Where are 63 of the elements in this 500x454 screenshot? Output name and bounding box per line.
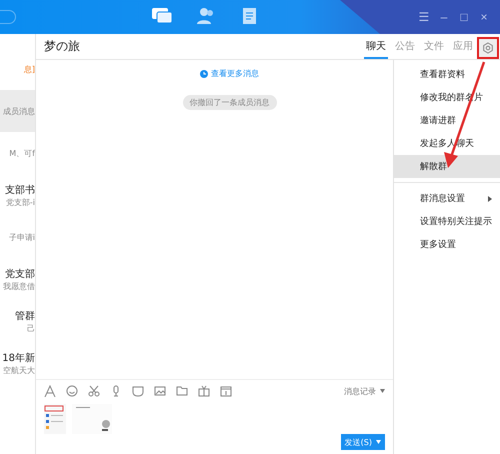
menu-item[interactable]: 邀请进群 bbox=[394, 109, 500, 132]
search-field[interactable] bbox=[0, 10, 16, 24]
conversation-name: 18年新 bbox=[2, 352, 35, 364]
caret-icon bbox=[380, 389, 385, 393]
conversation-preview: 息] bbox=[24, 64, 35, 74]
chat-tab[interactable]: 聊天 bbox=[364, 34, 388, 59]
conversation-name: 党支部 bbox=[5, 268, 35, 280]
chat-tab[interactable]: 公告 bbox=[393, 34, 417, 59]
caret-icon bbox=[376, 440, 381, 444]
menu-item[interactable]: 群消息设置 bbox=[394, 187, 500, 210]
toolbar-button[interactable] bbox=[154, 385, 166, 397]
window-control[interactable]: × bbox=[478, 10, 490, 24]
conversation-preview: 空航天大 bbox=[3, 364, 35, 376]
chat-title: 梦の旅 bbox=[44, 38, 80, 55]
toolbar-button[interactable] bbox=[88, 385, 100, 397]
image-icon bbox=[154, 385, 166, 397]
emoji-icon bbox=[66, 385, 78, 397]
window-control[interactable]: □ bbox=[458, 10, 470, 24]
calendar-icon bbox=[220, 385, 232, 397]
gift-icon bbox=[198, 385, 210, 397]
conversation-item[interactable]: 支部书 党支部-i bbox=[0, 174, 35, 216]
settings-icon bbox=[482, 42, 494, 54]
menu-item[interactable]: 查看群资料 bbox=[394, 63, 500, 86]
conversation-preview: 子申请i bbox=[8, 232, 35, 242]
conversation-name: 管群 bbox=[15, 310, 35, 322]
toolbar-button[interactable] bbox=[176, 385, 188, 397]
conversation-name: 支部书 bbox=[5, 184, 35, 196]
font-icon bbox=[44, 385, 56, 397]
menu-item[interactable]: 更多设置 bbox=[394, 233, 500, 256]
folder-icon bbox=[176, 385, 188, 397]
more-messages-text: 查看更多消息 bbox=[211, 68, 259, 79]
conversation-preview: 成员消息 bbox=[3, 106, 35, 116]
conversation-preview: M、可f bbox=[9, 148, 35, 158]
conversation-item[interactable]: 党支部 我愿意借 bbox=[0, 258, 35, 300]
settings-button[interactable] bbox=[477, 36, 499, 58]
contacts-icon bbox=[196, 6, 216, 24]
menu-item[interactable]: 设置特别关注提示 bbox=[394, 210, 500, 233]
conversation-item[interactable]: 子申请i bbox=[0, 216, 35, 258]
toolbar-button[interactable] bbox=[220, 385, 232, 397]
toolbar-button[interactable] bbox=[44, 385, 56, 397]
conversation-item[interactable]: 管群 己 bbox=[0, 300, 35, 342]
send-button[interactable]: 发送(S) bbox=[340, 434, 385, 450]
chat-tab[interactable]: 文件 bbox=[422, 34, 446, 59]
clock-icon bbox=[200, 70, 208, 78]
scissors-icon bbox=[88, 385, 100, 397]
conversation-item[interactable]: M、可f bbox=[0, 132, 35, 174]
document-icon bbox=[242, 6, 258, 24]
toolbar-button[interactable] bbox=[198, 385, 210, 397]
chat-tab[interactable]: 应用 bbox=[451, 34, 475, 59]
chat-icon bbox=[151, 6, 173, 24]
conversation-item[interactable]: 18年新 空航天大 bbox=[0, 342, 35, 384]
conversation-preview: 己 bbox=[27, 322, 35, 334]
conversation-preview: 党支部-i bbox=[6, 196, 35, 208]
system-notice: 你撤回了一条成员消息 bbox=[182, 95, 276, 110]
menu-item[interactable]: 解散群 bbox=[394, 155, 500, 178]
history-button[interactable]: 消息记录 bbox=[344, 386, 385, 396]
more-messages-link[interactable]: 查看更多消息 bbox=[200, 68, 259, 79]
toolbar-button[interactable] bbox=[66, 385, 78, 397]
conversation-item[interactable]: 成员消息 bbox=[0, 90, 35, 132]
window-control[interactable]: ☰ bbox=[418, 10, 430, 24]
conversation-item[interactable]: 息] bbox=[0, 48, 35, 90]
conversation-preview: 我愿意借 bbox=[3, 280, 35, 292]
window-control[interactable]: – bbox=[438, 10, 450, 24]
